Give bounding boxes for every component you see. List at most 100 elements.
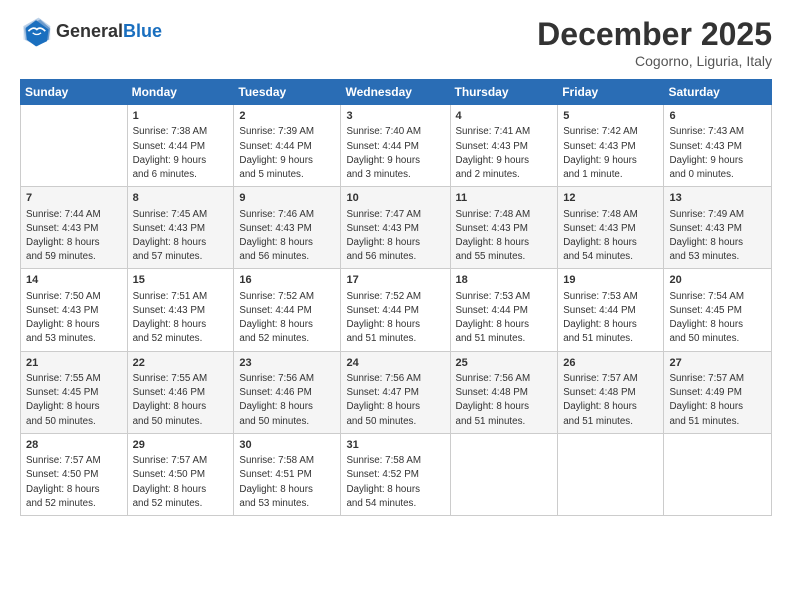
calendar-cell: 26Sunrise: 7:57 AM Sunset: 4:48 PM Dayli… [558, 351, 664, 433]
calendar-cell: 14 Sunrise: 7:50 AM Sunset: 4:43 PM Dayli… [21, 269, 128, 351]
calendar-cell: 2Sunrise: 7:39 AM Sunset: 4:44 PM Daylig… [234, 105, 341, 187]
day-number: 18 [456, 273, 553, 288]
calendar-cell: 11 Sunrise: 7:48 AM Sunset: 4:43 PM Dayli… [450, 187, 558, 269]
day-info: Sunrise: 7:55 AM Sunset: 4:45 PM Dayligh… [26, 372, 122, 429]
day-number: 2 [239, 109, 335, 124]
calendar-page: GeneralBlue December 2025 Cogorno, Ligur… [0, 0, 792, 612]
day-number: 29 [133, 438, 229, 453]
day-info: Sunrise: 7:48 AM Sunset: 4:43 PM Dayligh… [456, 208, 553, 265]
calendar-cell: 30Sunrise: 7:58 AM Sunset: 4:51 PM Dayli… [234, 433, 341, 515]
day-number: 24 [346, 356, 444, 371]
day-number: 1 [133, 109, 229, 124]
day-info: Sunrise: 7:40 AM Sunset: 4:44 PM Dayligh… [346, 125, 444, 182]
location: Cogorno, Liguria, Italy [537, 53, 772, 69]
day-number: 10 [346, 191, 444, 206]
day-info: Sunrise: 7:58 AM Sunset: 4:51 PM Dayligh… [239, 454, 335, 511]
day-info: Sunrise: 7:46 AM Sunset: 4:43 PM Dayligh… [239, 208, 335, 265]
calendar-cell: 5Sunrise: 7:42 AM Sunset: 4:43 PM Daylig… [558, 105, 664, 187]
calendar-cell: 17Sunrise: 7:52 AM Sunset: 4:44 PM Dayli… [341, 269, 450, 351]
calendar-cell [558, 433, 664, 515]
calendar-cell: 15 Sunrise: 7:51 AM Sunset: 4:43 PM Dayli… [127, 269, 234, 351]
day-info: Sunrise: 7:57 AM Sunset: 4:48 PM Dayligh… [563, 372, 658, 429]
day-number: 11 [456, 191, 553, 206]
col-header-tuesday: Tuesday [234, 80, 341, 105]
calendar-cell: 25Sunrise: 7:56 AM Sunset: 4:48 PM Dayli… [450, 351, 558, 433]
day-info: Sunrise: 7:57 AM Sunset: 4:50 PM Dayligh… [26, 454, 122, 511]
day-info: Sunrise: 7:49 AM Sunset: 4:43 PM Dayligh… [669, 208, 766, 265]
col-header-thursday: Thursday [450, 80, 558, 105]
day-number: 22 [133, 356, 229, 371]
day-info: Sunrise: 7:54 AM Sunset: 4:45 PM Dayligh… [669, 290, 766, 347]
calendar-header-row: SundayMondayTuesdayWednesdayThursdayFrid… [21, 80, 772, 105]
calendar-week-row: 7 Sunrise: 7:44 AM Sunset: 4:43 PM Daylig… [21, 187, 772, 269]
calendar-cell: 22Sunrise: 7:55 AM Sunset: 4:46 PM Dayli… [127, 351, 234, 433]
calendar-cell: 19 Sunrise: 7:53 AM Sunset: 4:44 PM Dayli… [558, 269, 664, 351]
day-info: Sunrise: 7:47 AM Sunset: 4:43 PM Dayligh… [346, 208, 444, 265]
calendar-cell: 4Sunrise: 7:41 AM Sunset: 4:43 PM Daylig… [450, 105, 558, 187]
day-number: 4 [456, 109, 553, 124]
day-number: 5 [563, 109, 658, 124]
day-info: Sunrise: 7:52 AM Sunset: 4:44 PM Dayligh… [346, 290, 444, 347]
day-info: Sunrise: 7:57 AM Sunset: 4:49 PM Dayligh… [669, 372, 766, 429]
calendar-cell [664, 433, 772, 515]
day-number: 21 [26, 356, 122, 371]
col-header-monday: Monday [127, 80, 234, 105]
day-info: Sunrise: 7:56 AM Sunset: 4:47 PM Dayligh… [346, 372, 444, 429]
calendar-cell: 13 Sunrise: 7:49 AM Sunset: 4:43 PM Dayli… [664, 187, 772, 269]
calendar-cell: 3Sunrise: 7:40 AM Sunset: 4:44 PM Daylig… [341, 105, 450, 187]
day-number: 20 [669, 273, 766, 288]
day-info: Sunrise: 7:41 AM Sunset: 4:43 PM Dayligh… [456, 125, 553, 182]
day-number: 28 [26, 438, 122, 453]
day-info: Sunrise: 7:48 AM Sunset: 4:43 PM Dayligh… [563, 208, 658, 265]
day-number: 23 [239, 356, 335, 371]
day-number: 19 [563, 273, 658, 288]
calendar-cell: 16Sunrise: 7:52 AM Sunset: 4:44 PM Dayli… [234, 269, 341, 351]
day-number: 13 [669, 191, 766, 206]
calendar-cell: 10 Sunrise: 7:47 AM Sunset: 4:43 PM Dayli… [341, 187, 450, 269]
calendar-cell: 31Sunrise: 7:58 AM Sunset: 4:52 PM Dayli… [341, 433, 450, 515]
calendar-week-row: 1Sunrise: 7:38 AM Sunset: 4:44 PM Daylig… [21, 105, 772, 187]
day-number: 15 [133, 273, 229, 288]
col-header-wednesday: Wednesday [341, 80, 450, 105]
calendar-cell: 7 Sunrise: 7:44 AM Sunset: 4:43 PM Daylig… [21, 187, 128, 269]
day-info: Sunrise: 7:44 AM Sunset: 4:43 PM Dayligh… [26, 208, 122, 265]
calendar-week-row: 21Sunrise: 7:55 AM Sunset: 4:45 PM Dayli… [21, 351, 772, 433]
day-info: Sunrise: 7:51 AM Sunset: 4:43 PM Dayligh… [133, 290, 229, 347]
day-info: Sunrise: 7:39 AM Sunset: 4:44 PM Dayligh… [239, 125, 335, 182]
calendar-cell: 18 Sunrise: 7:53 AM Sunset: 4:44 PM Dayli… [450, 269, 558, 351]
calendar-cell: 23Sunrise: 7:56 AM Sunset: 4:46 PM Dayli… [234, 351, 341, 433]
day-info: Sunrise: 7:56 AM Sunset: 4:48 PM Dayligh… [456, 372, 553, 429]
calendar-cell: 28Sunrise: 7:57 AM Sunset: 4:50 PM Dayli… [21, 433, 128, 515]
calendar-cell: 8Sunrise: 7:45 AM Sunset: 4:43 PM Daylig… [127, 187, 234, 269]
logo-icon [20, 16, 52, 48]
day-info: Sunrise: 7:53 AM Sunset: 4:44 PM Dayligh… [563, 290, 658, 347]
day-info: Sunrise: 7:55 AM Sunset: 4:46 PM Dayligh… [133, 372, 229, 429]
day-info: Sunrise: 7:50 AM Sunset: 4:43 PM Dayligh… [26, 290, 122, 347]
day-number: 12 [563, 191, 658, 206]
day-number: 8 [133, 191, 229, 206]
calendar-cell: 9 Sunrise: 7:46 AM Sunset: 4:43 PM Daylig… [234, 187, 341, 269]
day-number: 16 [239, 273, 335, 288]
day-info: Sunrise: 7:38 AM Sunset: 4:44 PM Dayligh… [133, 125, 229, 182]
day-info: Sunrise: 7:56 AM Sunset: 4:46 PM Dayligh… [239, 372, 335, 429]
calendar-cell [21, 105, 128, 187]
month-title: December 2025 [537, 16, 772, 53]
page-header: GeneralBlue December 2025 Cogorno, Ligur… [20, 16, 772, 69]
calendar-cell: 20 Sunrise: 7:54 AM Sunset: 4:45 PM Dayli… [664, 269, 772, 351]
day-number: 9 [239, 191, 335, 206]
col-header-saturday: Saturday [664, 80, 772, 105]
day-number: 14 [26, 273, 122, 288]
calendar-cell: 6Sunrise: 7:43 AM Sunset: 4:43 PM Daylig… [664, 105, 772, 187]
calendar-cell: 29Sunrise: 7:57 AM Sunset: 4:50 PM Dayli… [127, 433, 234, 515]
calendar-cell: 24Sunrise: 7:56 AM Sunset: 4:47 PM Dayli… [341, 351, 450, 433]
logo: GeneralBlue [20, 16, 162, 48]
day-number: 6 [669, 109, 766, 124]
day-info: Sunrise: 7:53 AM Sunset: 4:44 PM Dayligh… [456, 290, 553, 347]
day-number: 7 [26, 191, 122, 206]
col-header-sunday: Sunday [21, 80, 128, 105]
logo-text: GeneralBlue [56, 22, 162, 42]
day-number: 25 [456, 356, 553, 371]
calendar-cell: 12 Sunrise: 7:48 AM Sunset: 4:43 PM Dayli… [558, 187, 664, 269]
calendar-week-row: 28Sunrise: 7:57 AM Sunset: 4:50 PM Dayli… [21, 433, 772, 515]
day-number: 27 [669, 356, 766, 371]
